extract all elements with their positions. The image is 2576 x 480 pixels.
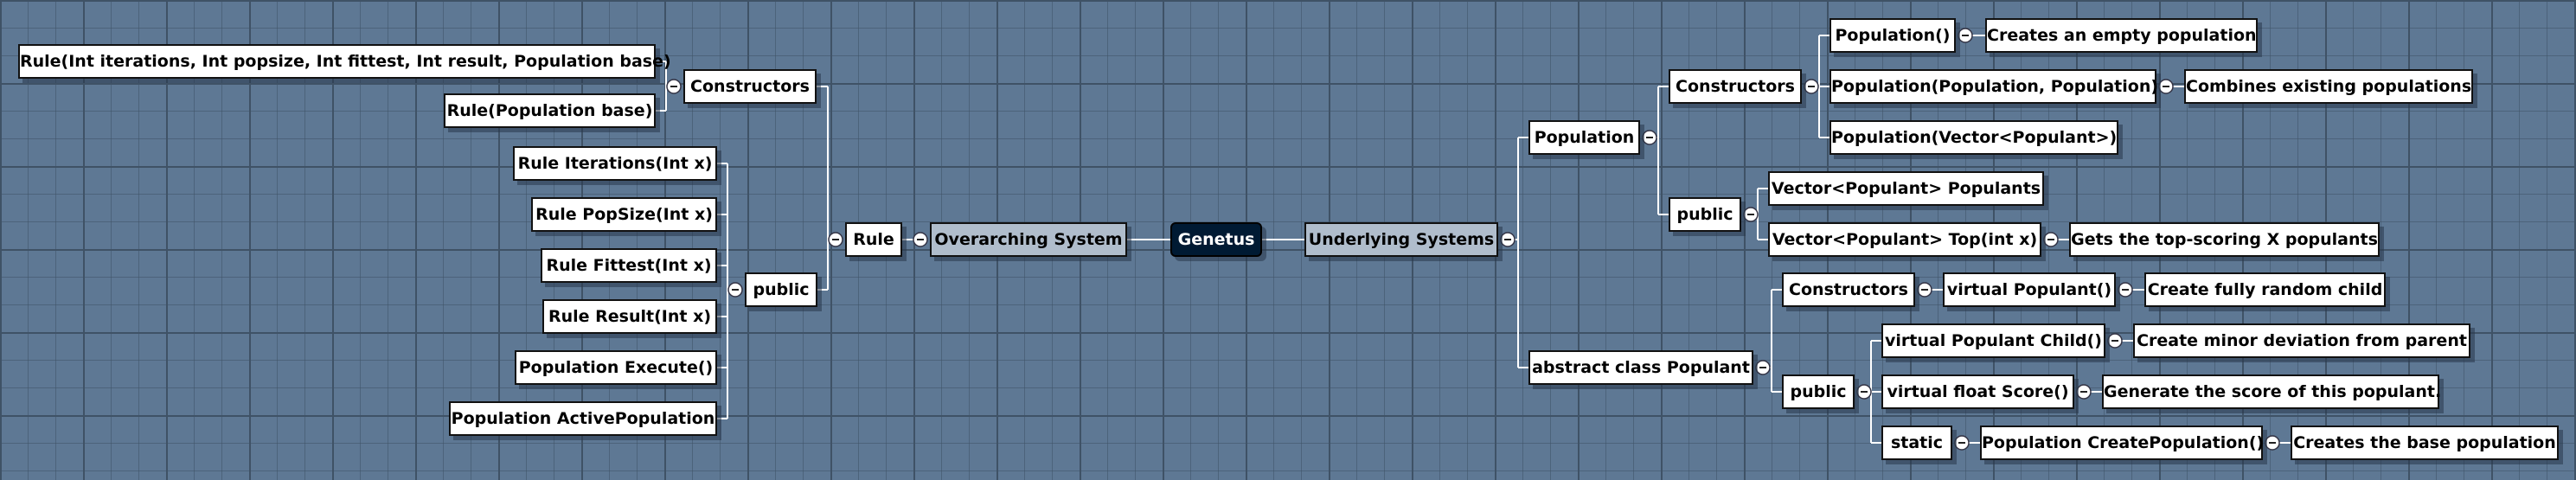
node-p-ctor0[interactable]: Population() — [1829, 18, 1956, 53]
node-q-child[interactable]: virtual Populant Child() — [1881, 323, 2105, 358]
node-p-public[interactable]: public — [1669, 197, 1741, 232]
node-q-public[interactable]: public — [1782, 374, 1855, 409]
node-q-static[interactable]: static — [1881, 426, 1952, 460]
node-p-ctor1[interactable]: Population(Population, Population) — [1829, 69, 2158, 104]
node-rule[interactable]: Rule — [845, 222, 902, 257]
node-p-top[interactable]: Vector<Populant> Top(int x) — [1768, 222, 2041, 257]
node-q-ctors[interactable]: Constructors — [1782, 272, 1915, 307]
node-q-create-d[interactable]: Creates the base population — [2291, 426, 2559, 460]
node-q-score[interactable]: virtual float Score() — [1881, 374, 2074, 409]
node-population[interactable]: Population — [1528, 120, 1640, 155]
node-q-create[interactable]: Population CreatePopulation() — [1980, 426, 2264, 460]
node-p-ctor2[interactable]: Population(Vector<Populant>) — [1829, 120, 2118, 155]
node-r-pop[interactable]: Rule PopSize(Int x) — [531, 197, 717, 232]
node-p-pops[interactable]: Vector<Populant> Populants — [1768, 171, 2044, 206]
node-genetus[interactable]: Genetus — [1170, 222, 1262, 257]
node-underlying[interactable]: Underlying Systems — [1304, 222, 1498, 257]
node-r-fit[interactable]: Rule Fittest(Int x) — [541, 248, 717, 283]
node-q-child-d[interactable]: Create minor deviation from parent — [2133, 323, 2470, 358]
node-p-ctors[interactable]: Constructors — [1669, 69, 1802, 104]
node-p-ctor1-d[interactable]: Combines existing populations — [2184, 69, 2473, 104]
node-r-iter[interactable]: Rule Iterations(Int x) — [513, 146, 717, 181]
node-r-ctor-base[interactable]: Rule(Population base) — [444, 93, 656, 128]
node-overarching[interactable]: Overarching System — [930, 222, 1127, 257]
node-q-ctor-d[interactable]: Create fully random child — [2144, 272, 2386, 307]
node-q-score-d[interactable]: Generate the score of this populant. — [2102, 374, 2441, 409]
node-r-ctors[interactable]: Constructors — [683, 69, 817, 104]
node-r-public[interactable]: public — [745, 272, 817, 307]
node-p-top-d[interactable]: Gets the top-scoring X populants — [2069, 222, 2380, 257]
node-r-res[interactable]: Rule Result(Int x) — [542, 299, 717, 334]
node-p-ctor0-d[interactable]: Creates an empty population — [1985, 18, 2258, 53]
node-r-active[interactable]: Population ActivePopulation — [449, 401, 717, 436]
node-r-ctor-full[interactable]: Rule(Int iterations, Int popsize, Int fi… — [18, 44, 671, 79]
node-r-exec[interactable]: Population Execute() — [515, 350, 717, 385]
node-populant[interactable]: abstract class Populant — [1528, 350, 1753, 385]
node-q-ctor[interactable]: virtual Populant() — [1943, 272, 2116, 307]
